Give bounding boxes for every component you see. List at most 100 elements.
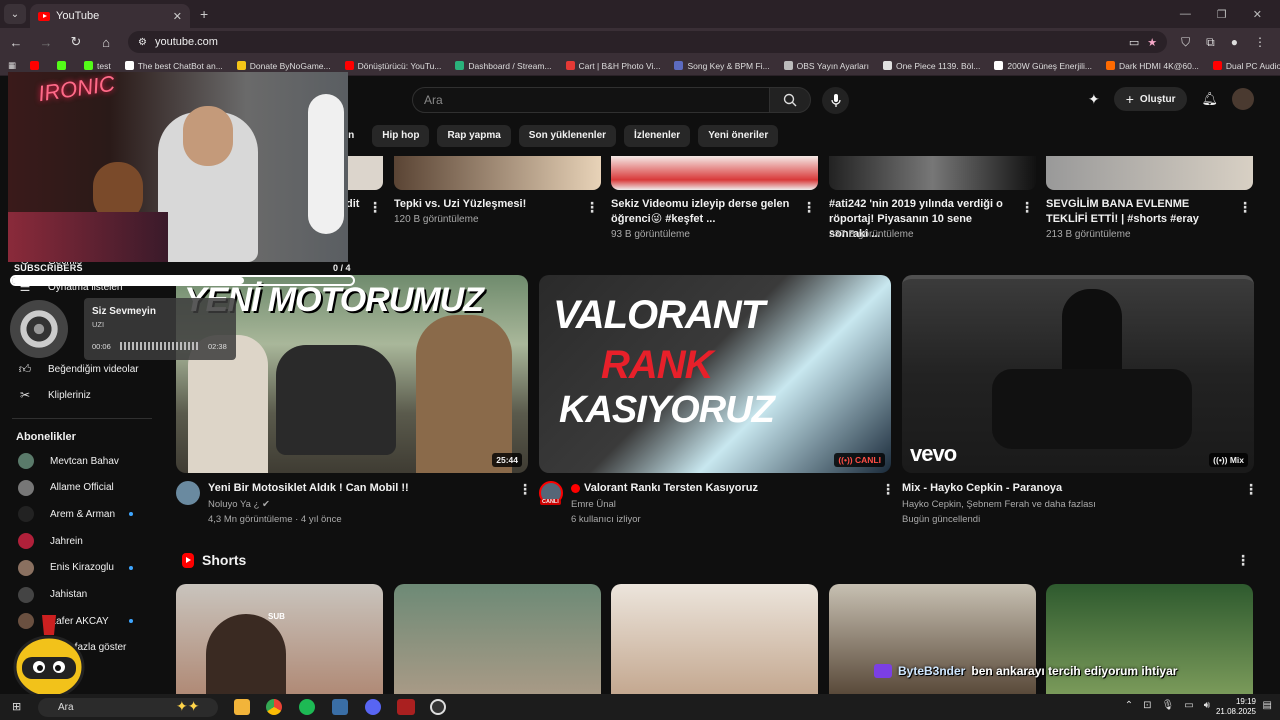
back-icon[interactable]: ← bbox=[8, 35, 24, 50]
address-bar[interactable]: ⚙ youtube.com ▭ ★ bbox=[128, 31, 1168, 53]
site-info-icon[interactable]: ⚙ bbox=[138, 37, 147, 48]
filter-chip[interactable]: Yeni öneriler bbox=[698, 125, 779, 147]
account-avatar[interactable] bbox=[1232, 88, 1254, 110]
more-options-icon[interactable]: ⋮ bbox=[1236, 552, 1250, 569]
app-icon[interactable] bbox=[332, 699, 348, 715]
notifications-bell-icon[interactable]: 🔔︎ bbox=[1201, 91, 1218, 107]
tray-app-icon[interactable]: ⊡ bbox=[1143, 700, 1151, 711]
video-title[interactable]: Mix - Hayko Cepkin - Paranoya bbox=[902, 482, 1062, 494]
video-thumbnail[interactable] bbox=[829, 156, 1036, 190]
cast-icon[interactable]: ▭ bbox=[1129, 36, 1139, 49]
bookmark-item[interactable] bbox=[30, 61, 43, 71]
bookmark-item[interactable]: Dark HDMI 4K@60... bbox=[1105, 61, 1199, 71]
system-clock[interactable]: 19:19 21.08.2025 bbox=[1216, 697, 1256, 717]
video-thumbnail[interactable] bbox=[1046, 156, 1253, 190]
tab-close-icon[interactable]: ✕ bbox=[173, 10, 182, 23]
search-button[interactable] bbox=[769, 87, 811, 113]
video-title-row[interactable]: Valorant Rankı Tersten Kasıyoruz bbox=[571, 482, 758, 494]
video-thumbnail[interactable]: vevo ((•)) Mix bbox=[902, 275, 1254, 473]
bookmark-item[interactable]: Cart | B&H Photo Vi... bbox=[565, 61, 660, 71]
bookmark-star-icon[interactable]: ★ bbox=[1147, 36, 1157, 49]
apps-icon[interactable]: ▦ bbox=[8, 60, 16, 71]
new-tab-icon[interactable]: + bbox=[200, 6, 208, 22]
volume-icon[interactable]: 🔊︎ bbox=[1204, 700, 1210, 711]
bookmark-item[interactable]: Dual PC Audio Setu... bbox=[1212, 61, 1280, 71]
more-options-icon[interactable]: ⋮ bbox=[1020, 199, 1034, 216]
extensions-icon[interactable]: ⧉ bbox=[1206, 35, 1215, 50]
search-input[interactable]: Ara bbox=[412, 87, 770, 113]
more-options-icon[interactable]: ⋮ bbox=[518, 481, 532, 498]
subscription-item[interactable]: Allame Official bbox=[18, 479, 114, 496]
more-options-icon[interactable]: ⋮ bbox=[368, 199, 382, 216]
subscription-item[interactable]: Jahrein bbox=[18, 533, 83, 550]
filter-chip[interactable]: İzlenenler bbox=[624, 125, 691, 147]
maximize-icon[interactable]: ❐ bbox=[1217, 8, 1227, 21]
channel-avatar[interactable]: CANLI bbox=[539, 481, 563, 505]
obs-icon[interactable] bbox=[430, 699, 446, 715]
file-explorer-icon[interactable] bbox=[234, 699, 250, 715]
bookmark-item[interactable]: OBS Yayın Ayarları bbox=[783, 61, 869, 71]
filter-chip[interactable]: Rap yapma bbox=[437, 125, 511, 147]
video-title[interactable]: Tepki vs. Uzi Yüzleşmesi! bbox=[394, 197, 579, 212]
filter-chip[interactable]: Son yüklenenler bbox=[518, 125, 617, 147]
discord-icon[interactable] bbox=[365, 699, 381, 715]
video-thumbnail[interactable]: VALORANT RANK KASIYORUZ ((•)) CANLI bbox=[539, 275, 891, 473]
video-title[interactable]: SEVGİLİM BANA EVLENME TEKLİFİ ETTİ! | #s… bbox=[1046, 197, 1231, 227]
chrome-icon[interactable] bbox=[266, 699, 282, 715]
create-button[interactable]: + Oluştur bbox=[1113, 87, 1188, 111]
bookmark-item[interactable]: 200W Güneş Enerjili... bbox=[994, 61, 1092, 71]
spotify-icon[interactable] bbox=[299, 699, 315, 715]
subscription-item[interactable]: Jahistan bbox=[18, 586, 87, 603]
bookmark-item[interactable]: The best ChatBot an... bbox=[124, 61, 223, 71]
mic-tray-icon[interactable]: 🎙︎ bbox=[1162, 700, 1175, 711]
short-thumbnail[interactable] bbox=[394, 584, 601, 694]
video-thumbnail[interactable] bbox=[394, 156, 601, 190]
bookmark-item[interactable]: test bbox=[84, 61, 111, 71]
reload-icon[interactable]: ↻ bbox=[68, 34, 84, 50]
short-thumbnail[interactable]: SUB bbox=[176, 584, 383, 694]
network-icon[interactable]: ▭ bbox=[1184, 700, 1193, 711]
voice-search-button[interactable] bbox=[822, 87, 849, 114]
close-window-icon[interactable]: ✕ bbox=[1253, 8, 1262, 21]
channel-name[interactable]: Emre Ünal bbox=[571, 499, 616, 510]
channel-avatar[interactable] bbox=[176, 481, 200, 505]
sidebar-item[interactable]: 👍︎ Beğendiğim videolar bbox=[18, 362, 139, 376]
sidebar-item[interactable]: ✂ Klipleriniz bbox=[18, 388, 91, 402]
notifications-icon[interactable]: ▤ bbox=[1263, 700, 1272, 711]
video-thumbnail[interactable] bbox=[611, 156, 818, 190]
short-thumbnail[interactable] bbox=[611, 584, 818, 694]
home-icon[interactable]: ⌂ bbox=[98, 35, 114, 50]
subscription-item[interactable]: Mevtcan Bahav bbox=[18, 453, 119, 469]
subscription-item[interactable]: Arem & Arman bbox=[18, 506, 115, 523]
bookmark-item[interactable]: Dashboard / Stream... bbox=[455, 61, 552, 71]
bookmark-item[interactable]: Donate ByNoGame... bbox=[236, 61, 331, 71]
menu-icon[interactable]: ⋮ bbox=[1254, 35, 1266, 50]
subscription-item[interactable]: Enis Kirazoglu bbox=[18, 559, 114, 576]
forward-icon[interactable]: → bbox=[38, 35, 54, 50]
more-options-icon[interactable]: ⋮ bbox=[1238, 199, 1252, 216]
more-options-icon[interactable]: ⋮ bbox=[802, 199, 816, 216]
channel-name[interactable]: Hayko Cepkin, Şebnem Ferah ve daha fazla… bbox=[902, 499, 1096, 510]
channel-name[interactable]: Noluyo Ya ¿ ✔ bbox=[208, 499, 270, 510]
shield-icon[interactable]: ⛉ bbox=[1181, 35, 1190, 50]
windows-start-icon[interactable]: ⊞ bbox=[12, 700, 21, 713]
browser-tab-youtube[interactable]: YouTube ✕ bbox=[30, 4, 190, 28]
more-options-icon[interactable]: ⋮ bbox=[1244, 481, 1258, 498]
bookmark-item[interactable]: Dönüştürücü: YouTu... bbox=[344, 61, 441, 71]
more-options-icon[interactable]: ⋮ bbox=[881, 481, 895, 498]
gemini-spark-icon[interactable]: ✦ bbox=[1088, 91, 1100, 108]
filter-chip[interactable]: Hip hop bbox=[372, 125, 430, 147]
chevron-up-icon[interactable]: ⌃ bbox=[1125, 700, 1133, 711]
profile-icon[interactable]: ● bbox=[1231, 35, 1238, 50]
voicemeeter-icon[interactable] bbox=[397, 699, 415, 715]
bookmark-item[interactable] bbox=[57, 61, 70, 71]
video-title[interactable]: Valorant Rankı Tersten Kasıyoruz bbox=[584, 482, 758, 494]
minimize-icon[interactable]: — bbox=[1180, 8, 1191, 21]
video-title[interactable]: Sekiz Videomu izleyip derse gelen öğrenc… bbox=[611, 197, 796, 227]
tab-search-button[interactable]: ⌄ bbox=[4, 4, 26, 24]
bookmark-item[interactable]: One Piece 1139. Böl... bbox=[882, 61, 980, 71]
bookmark-item[interactable]: Song Key & BPM Fi... bbox=[674, 60, 770, 71]
more-options-icon[interactable]: ⋮ bbox=[585, 199, 599, 216]
video-title[interactable]: Yeni Bir Motosiklet Aldık ! Can Mobil !! bbox=[208, 482, 409, 494]
bookmark-label: Song Key & BPM Fi... bbox=[687, 60, 770, 71]
